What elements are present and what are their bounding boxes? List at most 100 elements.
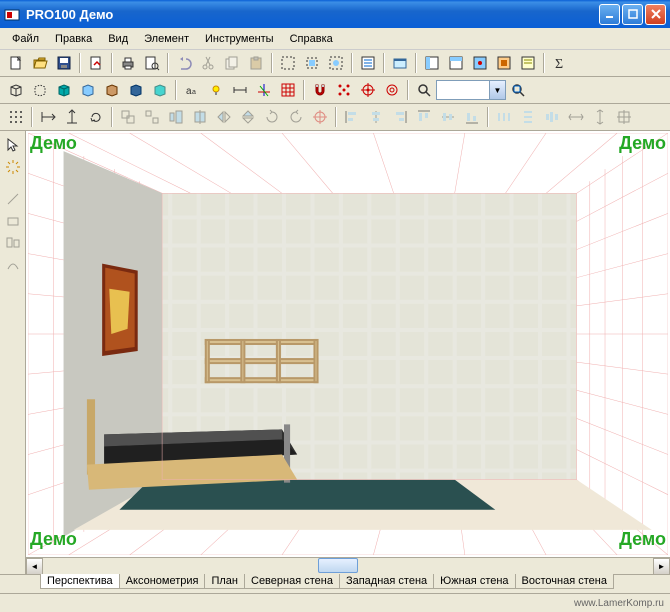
panel2-icon[interactable]	[445, 52, 467, 74]
print-preview-icon[interactable]	[141, 52, 163, 74]
undo-icon[interactable]	[173, 52, 195, 74]
tab-plan[interactable]: План	[204, 574, 245, 589]
axes-icon[interactable]	[253, 79, 275, 101]
align-bottom-icon[interactable]	[461, 106, 483, 128]
snap-grid-icon[interactable]	[333, 79, 355, 101]
grid-icon[interactable]	[277, 79, 299, 101]
zoom-fit-icon[interactable]	[507, 79, 529, 101]
cut-icon[interactable]	[197, 52, 219, 74]
select-icon[interactable]	[277, 52, 299, 74]
group-icon[interactable]	[117, 106, 139, 128]
snap-target-icon[interactable]	[381, 79, 403, 101]
distribute-h-icon[interactable]	[493, 106, 515, 128]
import-icon[interactable]	[85, 52, 107, 74]
chevron-down-icon[interactable]: ▼	[489, 81, 505, 99]
scroll-right-icon[interactable]: ►	[653, 558, 670, 574]
panel1-icon[interactable]	[421, 52, 443, 74]
copy-icon[interactable]	[221, 52, 243, 74]
cube-color-icon[interactable]	[77, 79, 99, 101]
align1-icon[interactable]	[165, 106, 187, 128]
properties-icon[interactable]	[357, 52, 379, 74]
light-tool-icon[interactable]	[3, 157, 23, 177]
zoom-icon[interactable]	[413, 79, 435, 101]
scrollbar-h[interactable]: ◄ ►	[26, 557, 670, 574]
menu-edit[interactable]: Правка	[47, 31, 100, 47]
distribute-v-icon[interactable]	[517, 106, 539, 128]
close-button[interactable]	[645, 4, 666, 25]
scroll-left-icon[interactable]: ◄	[26, 558, 43, 574]
cursor-tool-icon[interactable]	[3, 135, 23, 155]
tab-west[interactable]: Западная стена	[339, 574, 434, 589]
tab-south[interactable]: Южная стена	[433, 574, 515, 589]
new-file-icon[interactable]	[5, 52, 27, 74]
ungroup-icon[interactable]	[141, 106, 163, 128]
visibility-icon[interactable]	[389, 52, 411, 74]
select-all-icon[interactable]	[301, 52, 323, 74]
center-target-icon[interactable]	[309, 106, 331, 128]
snap-center-icon[interactable]	[357, 79, 379, 101]
tab-axonometry[interactable]: Аксонометрия	[119, 574, 206, 589]
app-icon	[4, 6, 20, 22]
align-hcenter-icon[interactable]	[365, 106, 387, 128]
align-left-icon[interactable]	[341, 106, 363, 128]
tab-perspective[interactable]: Перспектива	[40, 574, 120, 589]
align-vcenter-icon[interactable]	[437, 106, 459, 128]
shape2-tool-icon[interactable]	[3, 233, 23, 253]
shape1-tool-icon[interactable]	[3, 211, 23, 231]
print-icon[interactable]	[117, 52, 139, 74]
tab-north[interactable]: Северная стена	[244, 574, 340, 589]
panel4-icon[interactable]	[493, 52, 515, 74]
menu-view[interactable]: Вид	[100, 31, 136, 47]
align-top-icon[interactable]	[413, 106, 435, 128]
dimension-icon[interactable]	[229, 79, 251, 101]
watermark: Демо	[619, 529, 666, 550]
distribute-3-icon[interactable]	[541, 106, 563, 128]
save-icon[interactable]	[53, 52, 75, 74]
rotate-ccw-icon[interactable]	[285, 106, 307, 128]
align2-icon[interactable]	[189, 106, 211, 128]
open-icon[interactable]	[29, 52, 51, 74]
menu-help[interactable]: Справка	[282, 31, 341, 47]
menu-tools[interactable]: Инструменты	[197, 31, 282, 47]
select-box-icon[interactable]	[325, 52, 347, 74]
cube-wireframe-icon[interactable]	[5, 79, 27, 101]
menubar: Файл Правка Вид Элемент Инструменты Спра…	[0, 28, 670, 50]
magnet-icon[interactable]	[309, 79, 331, 101]
tab-east[interactable]: Восточная стена	[515, 574, 614, 589]
rotate-icon[interactable]	[85, 106, 107, 128]
cube-render-icon[interactable]	[125, 79, 147, 101]
curve-tool-icon[interactable]	[3, 255, 23, 275]
align-right-icon[interactable]	[389, 106, 411, 128]
statusbar: www.LamerKomp.ru	[0, 593, 670, 612]
lighting-icon[interactable]	[205, 79, 227, 101]
flip-v-icon[interactable]	[237, 106, 259, 128]
minimize-button[interactable]	[599, 4, 620, 25]
move-y-icon[interactable]	[61, 106, 83, 128]
titlebar: PRO100 Демо	[0, 0, 670, 28]
cube-dashed-icon[interactable]	[29, 79, 51, 101]
scroll-thumb[interactable]	[318, 558, 358, 573]
stretch-v-icon[interactable]	[589, 106, 611, 128]
zoom-combo[interactable]: ▼	[436, 80, 506, 100]
cube-transparent-icon[interactable]	[149, 79, 171, 101]
maximize-button[interactable]	[622, 4, 643, 25]
text-label-icon[interactable]: aa	[181, 79, 203, 101]
stretch-h-icon[interactable]	[565, 106, 587, 128]
panel3-icon[interactable]	[469, 52, 491, 74]
flip-h-icon[interactable]	[213, 106, 235, 128]
menu-file[interactable]: Файл	[4, 31, 47, 47]
viewport[interactable]: Демо Демо Демо Демо ◄ ►	[26, 131, 670, 574]
cube-solid-icon[interactable]	[53, 79, 75, 101]
move-x-icon[interactable]	[37, 106, 59, 128]
svg-text:a: a	[192, 89, 196, 96]
stretch-both-icon[interactable]	[613, 106, 635, 128]
paste-icon[interactable]	[245, 52, 267, 74]
line-tool-icon[interactable]	[3, 189, 23, 209]
status-text: www.LamerKomp.ru	[574, 598, 664, 609]
cube-texture-icon[interactable]	[101, 79, 123, 101]
dotgrid-icon[interactable]	[5, 106, 27, 128]
sigma-icon[interactable]: Σ	[549, 52, 571, 74]
rotate-cw-icon[interactable]	[261, 106, 283, 128]
menu-element[interactable]: Элемент	[136, 31, 197, 47]
panel5-icon[interactable]	[517, 52, 539, 74]
